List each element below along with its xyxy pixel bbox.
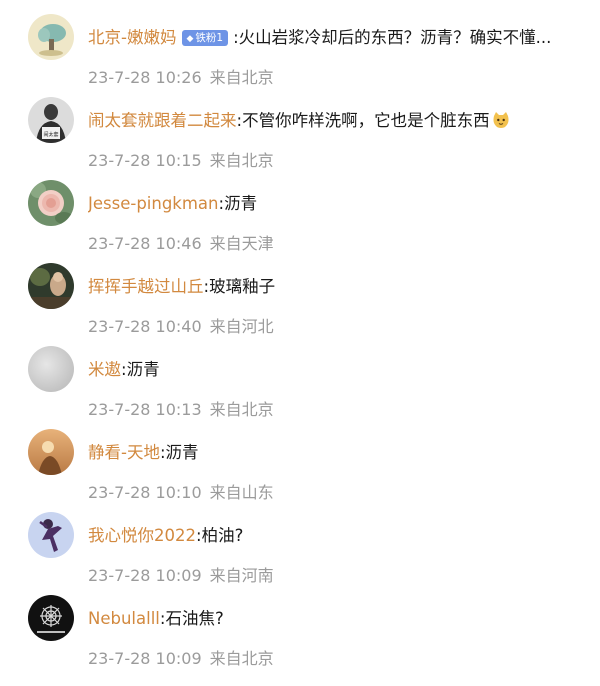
cat-face-emoji-icon [492, 111, 510, 129]
comment-item: 闹太套 闹太套就跟着二起来:不管你咋样洗啊，它也是个脏东西 23-7-28 10… [0, 97, 600, 177]
comment-meta: 23-7-28 10:15 来自北京 [88, 150, 274, 172]
comment-line: Jesse-pingkman:沥青 [88, 192, 588, 216]
blank-avatar-icon[interactable] [28, 346, 74, 392]
comment-line: Nebulalll:石油焦? [88, 607, 588, 631]
comment-time: 23-7-28 10:26 [88, 68, 202, 87]
comment-meta: 23-7-28 10:26 来自北京 [88, 67, 274, 89]
mandala-avatar-icon[interactable] [28, 595, 74, 641]
comment-text: 沥青 [126, 360, 160, 379]
comment-item: 米遨:沥青 23-7-28 10:13 来自北京 [0, 346, 600, 426]
comment-username[interactable]: 静看-天地 [88, 443, 160, 462]
comment-location: 来自北京 [209, 68, 274, 87]
comment-meta: 23-7-28 10:10 来自山东 [88, 482, 274, 504]
comment-line: 静看-天地:沥青 [88, 441, 588, 465]
comment-location: 来自北京 [209, 400, 274, 419]
comment-text: 玻璃釉子 [209, 277, 276, 296]
comment-line: 北京-嫩嫩妈 ◆ 铁粉1:火山岩浆冷却后的东西？沥青？确实不懂... [88, 26, 588, 50]
comment-list: 北京-嫩嫩妈 ◆ 铁粉1:火山岩浆冷却后的东西？沥青？确实不懂... 23-7-28… [0, 0, 600, 686]
comment-time: 23-7-28 10:10 [88, 483, 202, 502]
comment-line: 我心悦你2022:柏油? [88, 524, 588, 548]
comment-time: 23-7-28 10:15 [88, 151, 202, 170]
comment-text: 沥青 [165, 443, 199, 462]
comment-time: 23-7-28 10:09 [88, 649, 202, 668]
comment-time: 23-7-28 10:09 [88, 566, 202, 585]
comment-username[interactable]: 我心悦你2022 [88, 526, 196, 545]
comment-location: 来自山东 [209, 483, 274, 502]
comment-username[interactable]: Nebulalll [88, 609, 160, 628]
comment-location: 来自河南 [209, 566, 274, 585]
comment-location: 来自河北 [209, 317, 274, 336]
fan-badge[interactable]: ◆ 铁粉1 [182, 30, 229, 46]
comment-meta: 23-7-28 10:09 来自河南 [88, 565, 274, 587]
comment-time: 23-7-28 10:46 [88, 234, 202, 253]
comment-username[interactable]: Jesse-pingkman [88, 194, 219, 213]
comment-meta: 23-7-28 10:46 来自天津 [88, 233, 274, 255]
comment-time: 23-7-28 10:40 [88, 317, 202, 336]
comment-username[interactable]: 北京-嫩嫩妈 [88, 28, 176, 47]
comment-line: 米遨:沥青 [88, 358, 588, 382]
comment-line: 挥挥手越过山丘:玻璃釉子 [88, 275, 588, 299]
comment-text: 柏油? [201, 526, 244, 545]
avatar-caption: 闹太套 [43, 131, 58, 138]
sunset-avatar-icon[interactable] [28, 429, 74, 475]
diamond-icon: ◆ [186, 34, 194, 44]
person-avatar-icon[interactable]: 闹太套 [28, 97, 74, 143]
rose-avatar-icon[interactable] [28, 180, 74, 226]
comment-line: 闹太套就跟着二起来:不管你咋样洗啊，它也是个脏东西 [88, 109, 588, 133]
dancer-avatar-icon[interactable] [28, 512, 74, 558]
comment-meta: 23-7-28 10:13 来自北京 [88, 399, 274, 421]
comment-text: 火山岩浆冷却后的东西？沥青？确实不懂... [238, 28, 552, 47]
comment-text: 不管你咋样洗啊，它也是个脏东西 [242, 111, 490, 130]
comment-item: 静看-天地:沥青 23-7-28 10:10 来自山东 [0, 429, 600, 509]
comment-item: 挥挥手越过山丘:玻璃釉子 23-7-28 10:40 来自河北 [0, 263, 600, 343]
comment-meta: 23-7-28 10:40 来自河北 [88, 316, 274, 338]
comment-item: Nebulalll:石油焦? 23-7-28 10:09 来自北京 [0, 595, 600, 675]
comment-item: 我心悦你2022:柏油? 23-7-28 10:09 来自河南 [0, 512, 600, 592]
photo-avatar-icon[interactable] [28, 263, 74, 309]
comment-meta: 23-7-28 10:09 来自北京 [88, 648, 274, 670]
comment-time: 23-7-28 10:13 [88, 400, 202, 419]
comment-text: 沥青 [224, 194, 258, 213]
comment-text: 石油焦? [165, 609, 224, 628]
cartoon-avatar-icon[interactable] [28, 14, 74, 60]
comment-item: Jesse-pingkman:沥青 23-7-28 10:46 来自天津 [0, 180, 600, 260]
comment-username[interactable]: 闹太套就跟着二起来 [88, 111, 237, 130]
comment-username[interactable]: 米遨 [88, 360, 121, 379]
comment-location: 来自北京 [209, 649, 274, 668]
comment-username[interactable]: 挥挥手越过山丘 [88, 277, 204, 296]
comment-location: 来自天津 [209, 234, 274, 253]
fan-badge-label: 铁粉1 [195, 32, 224, 44]
comment-item: 北京-嫩嫩妈 ◆ 铁粉1:火山岩浆冷却后的东西？沥青？确实不懂... 23-7-28… [0, 14, 600, 94]
comment-location: 来自北京 [209, 151, 274, 170]
